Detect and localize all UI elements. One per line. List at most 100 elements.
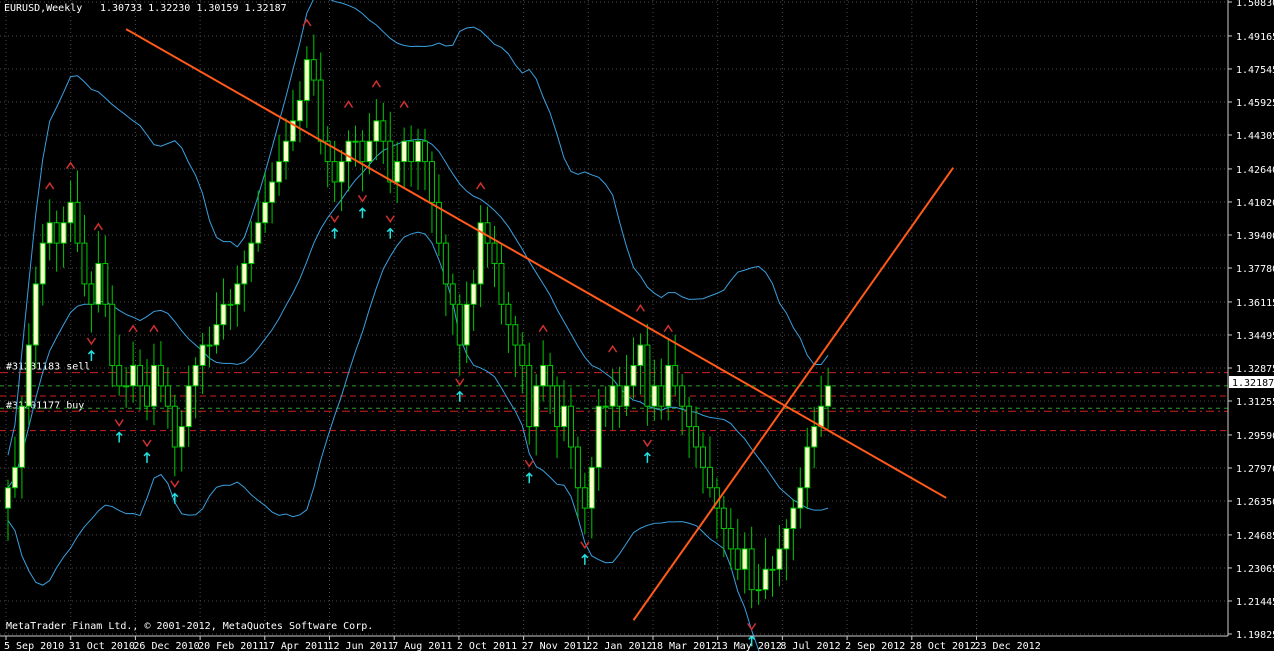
candle-body[interactable] (512, 324, 519, 346)
candle-body[interactable] (130, 364, 137, 387)
candle-body[interactable] (67, 201, 74, 224)
candle-body[interactable] (283, 140, 289, 163)
candle-body[interactable] (616, 385, 623, 407)
candle-body[interactable] (526, 364, 533, 428)
candle-body[interactable] (533, 385, 540, 428)
candle-body[interactable] (95, 263, 102, 305)
candle-body[interactable] (74, 201, 81, 244)
candle-body[interactable] (658, 385, 665, 407)
candle-body[interactable] (303, 59, 310, 101)
candle-body[interactable] (755, 589, 762, 592)
candle-body[interactable] (776, 548, 783, 570)
candle-body[interactable] (81, 242, 88, 285)
candle-body[interactable] (630, 364, 637, 387)
candle-body[interactable] (547, 364, 554, 387)
candle-body[interactable] (359, 140, 366, 163)
candle-body[interactable] (609, 385, 616, 407)
candle-body[interactable] (220, 303, 227, 326)
candle-body[interactable] (276, 161, 283, 183)
candle-body[interactable] (665, 364, 672, 407)
candles[interactable] (5, 34, 832, 609)
candle-body[interactable] (387, 140, 394, 183)
candle-body[interactable] (797, 487, 804, 509)
candle-body[interactable] (46, 222, 53, 244)
candle-body[interactable] (581, 487, 588, 509)
candle-body[interactable] (317, 79, 324, 142)
chart-window[interactable]: #31231183 sell #31201177 buy 1.50830 1.491… (0, 0, 1274, 651)
candle-body[interactable] (783, 528, 790, 550)
candle-body[interactable] (227, 303, 234, 306)
candle-body[interactable] (818, 405, 825, 428)
price-chart[interactable]: #31231183 sell #31201177 buy 1.50830 1.491… (0, 0, 1274, 651)
candle-body[interactable] (790, 507, 797, 530)
candle-body[interactable] (734, 548, 741, 570)
candle-body[interactable] (206, 344, 213, 347)
candle-body[interactable] (637, 344, 644, 366)
candle-body[interactable] (693, 426, 700, 448)
candle-body[interactable] (262, 201, 269, 224)
candle-body[interactable] (60, 222, 67, 244)
candle-body[interactable] (408, 140, 415, 163)
candle-body[interactable] (456, 303, 463, 346)
candle-body[interactable] (5, 487, 11, 509)
candle-body[interactable] (561, 405, 567, 428)
candle-body[interactable] (380, 120, 387, 142)
candle-body[interactable] (401, 140, 408, 163)
candle-body[interactable] (422, 140, 428, 163)
candle-body[interactable] (672, 364, 679, 387)
candle-body[interactable] (88, 283, 95, 305)
candle-body[interactable] (137, 364, 144, 387)
candle-body[interactable] (804, 446, 811, 489)
candle-body[interactable] (706, 466, 713, 489)
candle-body[interactable] (574, 446, 581, 489)
candle-body[interactable] (373, 120, 380, 142)
candle-body[interactable] (505, 303, 512, 326)
candle-body[interactable] (269, 181, 276, 203)
candle-body[interactable] (199, 344, 206, 366)
candle-body[interactable] (748, 548, 755, 591)
candle-body[interactable] (18, 405, 25, 468)
candle-body[interactable] (463, 303, 470, 346)
candle-body[interactable] (651, 385, 658, 407)
candle-body[interactable] (310, 59, 317, 81)
candle-body[interactable] (491, 242, 498, 265)
candle-body[interactable] (623, 385, 630, 407)
candle-body[interactable] (116, 364, 123, 387)
candle-body[interactable] (484, 222, 491, 244)
candle-body[interactable] (345, 140, 352, 163)
candle-body[interactable] (255, 222, 262, 244)
candle-body[interactable] (248, 242, 255, 265)
candle-body[interactable] (171, 405, 178, 448)
candle-body[interactable] (602, 405, 609, 408)
candle-body[interactable] (394, 161, 401, 183)
candle-body[interactable] (150, 364, 157, 407)
candle-body[interactable] (109, 303, 116, 366)
candle-body[interactable] (331, 161, 338, 183)
candle-body[interactable] (415, 140, 422, 163)
candle-body[interactable] (588, 466, 595, 509)
candle-body[interactable] (720, 507, 727, 530)
candle-body[interactable] (442, 242, 449, 285)
candle-body[interactable] (352, 140, 359, 143)
candle-body[interactable] (157, 364, 164, 387)
candle-body[interactable] (53, 222, 60, 244)
candle-body[interactable] (178, 426, 185, 448)
candle-body[interactable] (644, 344, 651, 407)
candle-body[interactable] (241, 263, 248, 285)
candle-body[interactable] (567, 405, 574, 448)
candle-body[interactable] (185, 385, 192, 428)
candle-body[interactable] (144, 385, 150, 407)
candle-body[interactable] (519, 344, 526, 366)
candle-body[interactable] (192, 364, 199, 387)
candle-body[interactable] (498, 263, 505, 305)
candle-body[interactable] (741, 548, 748, 570)
candle-body[interactable] (595, 405, 602, 468)
candle-body[interactable] (213, 324, 220, 346)
candle-body[interactable] (428, 161, 435, 203)
candle-body[interactable] (540, 364, 547, 387)
candle-body[interactable] (366, 140, 373, 163)
candle-body[interactable] (25, 344, 32, 407)
candle-body[interactable] (449, 283, 456, 305)
candle-body[interactable] (727, 528, 734, 550)
candle-body[interactable] (700, 446, 706, 468)
